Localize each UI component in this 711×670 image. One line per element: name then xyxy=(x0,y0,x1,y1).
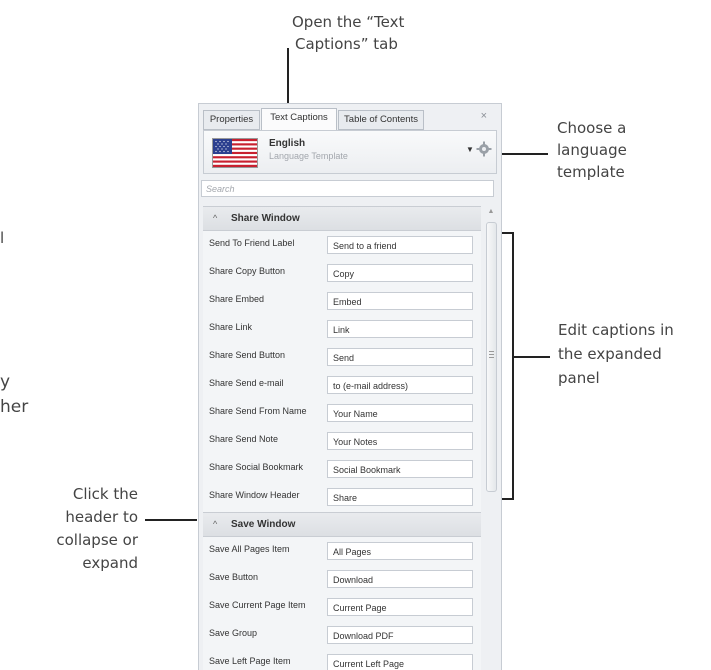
list-item: Save Group Download PDF xyxy=(203,620,481,648)
us-flag-icon xyxy=(212,138,258,168)
caption-input[interactable]: Download xyxy=(327,570,473,588)
list-item: Save Left Page Item Current Left Page xyxy=(203,648,481,670)
callout-left-line2: header to xyxy=(65,508,138,526)
callout-template-line3: template xyxy=(557,163,625,181)
list-item: Share Copy Button Copy xyxy=(203,258,481,286)
caption-input[interactable]: to (e-mail address) xyxy=(327,376,473,394)
callout-top-line1: Open the “Text xyxy=(292,13,405,31)
callout-template-line2: language xyxy=(557,141,627,159)
tab-table-of-contents[interactable]: Table of Contents xyxy=(338,110,424,130)
caption-input[interactable]: All Pages xyxy=(327,542,473,560)
close-icon[interactable]: × xyxy=(481,110,487,122)
callout-left-line1: Click the xyxy=(72,485,138,503)
clipped-text-2: y xyxy=(0,372,11,392)
caption-input[interactable]: Your Notes xyxy=(327,432,473,450)
caption-label: Share Social Bookmark xyxy=(209,462,304,472)
caption-input[interactable]: Current Left Page xyxy=(327,654,473,670)
list-item: Save Button Download xyxy=(203,564,481,592)
caption-label: Share Window Header xyxy=(209,490,300,500)
chevron-up-icon: ^ xyxy=(213,519,218,529)
tab-properties[interactable]: Properties xyxy=(203,110,260,130)
tab-bar: Properties Text Captions Table of Conten… xyxy=(203,108,493,131)
list-item: Share Link Link xyxy=(203,314,481,342)
caption-label: Share Embed xyxy=(209,294,265,304)
caption-label: Save Current Page Item xyxy=(209,600,306,610)
text-captions-panel: Properties Text Captions Table of Conten… xyxy=(198,103,502,670)
caption-input[interactable]: Send to a friend xyxy=(327,236,473,254)
list-item: Send To Friend Label Send to a friend xyxy=(203,230,481,258)
tab-text-captions[interactable]: Text Captions xyxy=(261,108,337,131)
list-item: Save Current Page Item Current Page xyxy=(203,592,481,620)
caption-input[interactable]: Download PDF xyxy=(327,626,473,644)
dropdown-arrow-icon[interactable]: ▼ xyxy=(466,145,474,154)
scroll-up-arrow-icon[interactable]: ▲ xyxy=(487,208,495,216)
list-item: Share Social Bookmark Social Bookmark xyxy=(203,454,481,482)
list-item: Share Window Header Share xyxy=(203,482,481,510)
list-item: Share Send From Name Your Name xyxy=(203,398,481,426)
clipped-text-3: her xyxy=(0,397,29,417)
grip-icon xyxy=(489,351,494,359)
vertical-scrollbar[interactable]: ▲ xyxy=(485,206,497,670)
list-item: Share Send e-mail to (e-mail address) xyxy=(203,370,481,398)
bracket-pointer xyxy=(512,356,550,358)
list-item: Share Embed Embed xyxy=(203,286,481,314)
caption-label: Share Send Button xyxy=(209,350,286,360)
caption-label: Share Send From Name xyxy=(209,406,307,416)
language-name: English xyxy=(269,138,306,149)
callout-edit-line2: the expanded xyxy=(558,345,662,363)
list-item: Save All Pages Item All Pages xyxy=(203,536,481,564)
caption-input[interactable]: Link xyxy=(327,320,473,338)
bracket-vertical xyxy=(512,232,514,500)
callout-edit-line1: Edit captions in xyxy=(558,321,674,339)
caption-label: Share Copy Button xyxy=(209,266,286,276)
callout-top-line2: Captions” tab xyxy=(295,35,398,53)
list-item: Share Send Note Your Notes xyxy=(203,426,481,454)
callout-left-line4: expand xyxy=(82,554,138,572)
caption-input[interactable]: Current Page xyxy=(327,598,473,616)
callout-left-line xyxy=(145,519,197,521)
caption-label: Share Link xyxy=(209,322,253,332)
caption-input[interactable]: Embed xyxy=(327,292,473,310)
caption-label: Save All Pages Item xyxy=(209,544,290,554)
caption-input[interactable]: Send xyxy=(327,348,473,366)
caption-input[interactable]: Share xyxy=(327,488,473,506)
caption-label: Share Send Note xyxy=(209,434,279,444)
list-item: Share Send Button Send xyxy=(203,342,481,370)
gear-icon[interactable] xyxy=(476,141,492,157)
section-header-share-window[interactable]: ^ Share Window xyxy=(203,206,481,231)
captions-list: ^ Share Window Send To Friend Label Send t… xyxy=(203,206,481,670)
section-header-save-window[interactable]: ^ Save Window xyxy=(203,512,481,537)
callout-top-line xyxy=(287,48,289,110)
caption-label: Save Group xyxy=(209,628,258,638)
caption-label: Save Button xyxy=(209,572,259,582)
caption-label: Share Send e-mail xyxy=(209,378,284,388)
clipped-text-1: l xyxy=(0,229,5,247)
language-subtitle: Language Template xyxy=(269,151,348,161)
section-title: Share Window xyxy=(231,213,300,224)
language-template-selector[interactable]: English Language Template ▼ xyxy=(203,130,497,174)
caption-input[interactable]: Your Name xyxy=(327,404,473,422)
callout-edit-line3: panel xyxy=(558,369,600,387)
callout-template-line1: Choose a xyxy=(557,119,627,137)
scrollbar-thumb[interactable] xyxy=(486,222,497,492)
caption-label: Send To Friend Label xyxy=(209,238,295,248)
search-input[interactable]: Search xyxy=(201,180,494,197)
caption-input[interactable]: Copy xyxy=(327,264,473,282)
caption-label: Save Left Page Item xyxy=(209,656,291,666)
callout-left-line3: collapse or xyxy=(56,531,138,549)
chevron-up-icon: ^ xyxy=(213,213,218,223)
section-title: Save Window xyxy=(231,519,296,530)
caption-input[interactable]: Social Bookmark xyxy=(327,460,473,478)
